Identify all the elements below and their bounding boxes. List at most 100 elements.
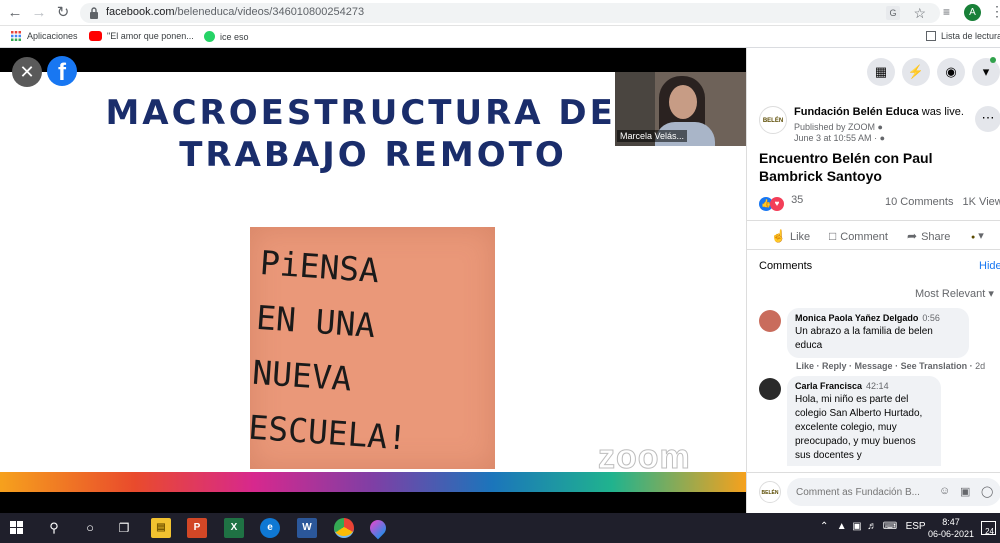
comment-like-link[interactable]: Like: [796, 361, 814, 371]
profile-avatar[interactable]: A: [964, 4, 981, 21]
comment-author-name[interactable]: Carla Francisca: [795, 381, 862, 391]
address-bar[interactable]: facebook.com/beleneduca/videos/346010800…: [80, 3, 940, 23]
messenger-icon[interactable]: ⚡: [902, 58, 930, 86]
comment-timestamp[interactable]: 0:56: [922, 313, 940, 323]
page-name-link[interactable]: Fundación Belén Educa: [794, 106, 919, 118]
like-button[interactable]: ☝ Like: [771, 229, 810, 243]
search-icon[interactable]: ⚲: [44, 518, 64, 538]
sticky-note-text: PiENSA EN UNA NUEVA ESCUELA!: [247, 242, 409, 458]
powerpoint-icon[interactable]: P: [187, 518, 207, 538]
published-by: Published by ZOOM ●: [794, 122, 883, 132]
video-title: Encuentro Belén con Paul Bambrick Santoy…: [759, 150, 933, 184]
page-name: Fundación Belén Educa was live.: [794, 106, 964, 118]
share-button[interactable]: ➦ Share: [907, 229, 950, 243]
comment-author-name[interactable]: Monica Paola Yañez Delgado: [795, 313, 918, 323]
network-icon[interactable]: ▲: [837, 521, 847, 532]
comment-reply-link[interactable]: Reply: [822, 361, 847, 371]
browser-menu-icon[interactable]: ⋮: [990, 3, 1000, 20]
info-icon[interactable]: ●: [878, 122, 883, 132]
see-translation-link[interactable]: See Translation: [901, 361, 968, 371]
forward-arrow-icon[interactable]: →: [30, 4, 48, 22]
published-by-text: Published by ZOOM: [794, 122, 876, 132]
notifications-icon[interactable]: 24: [981, 521, 996, 536]
bookmark-label: Aplicaciones: [27, 31, 78, 41]
reading-list-label: Lista de lectura: [941, 31, 1000, 41]
chevron-up-icon[interactable]: ⌃: [820, 521, 828, 532]
thumbs-up-icon: ☝: [771, 229, 786, 243]
browser-toolbar: ← → ↻ facebook.com/beleneduca/videos/346…: [0, 0, 1000, 26]
keyboard-icon[interactable]: ⌨: [883, 521, 897, 532]
post-date: June 3 at 10:55 AM · ●: [794, 133, 885, 143]
cortana-icon[interactable]: ○: [80, 518, 100, 538]
facebook-logo-icon[interactable]: f: [47, 56, 77, 86]
hide-comments-link[interactable]: Hide: [979, 260, 1000, 272]
notifications-bell-icon[interactable]: ◉: [937, 58, 965, 86]
paint-drop-icon[interactable]: [366, 516, 390, 540]
comment-composer: BELÉN ☺ ▣ ◯: [747, 472, 1000, 513]
file-explorer-icon[interactable]: ▤: [151, 518, 171, 538]
commenter-avatar[interactable]: [759, 310, 781, 332]
comment-text: Hola, mi niño es parte del colegio San A…: [795, 394, 923, 461]
reading-queue-icon[interactable]: ≡: [943, 5, 950, 19]
language-indicator[interactable]: ESP: [906, 521, 926, 532]
participant-video: Marcela Velás...: [615, 72, 746, 146]
reaction-count: 35: [791, 194, 804, 206]
task-view-icon[interactable]: ❐: [114, 518, 134, 538]
reload-icon[interactable]: ↻: [54, 4, 72, 22]
reading-list-icon: [926, 31, 936, 41]
back-arrow-icon[interactable]: ←: [6, 4, 24, 22]
zoom-watermark: zoom: [598, 438, 691, 477]
camera-icon[interactable]: ▣: [960, 485, 970, 498]
comment-timestamp[interactable]: 42:14: [866, 381, 889, 391]
chrome-icon[interactable]: [334, 518, 354, 538]
whatsapp-icon: [204, 31, 215, 42]
composer-avatar: BELÉN: [759, 481, 781, 503]
display-icon[interactable]: ▣: [852, 521, 861, 532]
account-chevron-down-icon[interactable]: ▾: [972, 58, 1000, 86]
url-host: facebook.com: [106, 6, 175, 18]
share-icon: ➦: [907, 229, 918, 243]
translate-icon[interactable]: G: [886, 6, 900, 20]
url-text: facebook.com/beleneduca/videos/346010800…: [106, 6, 364, 18]
comment-age: 2d: [975, 361, 986, 371]
url-path: /beleneduca/videos/346010800254273: [174, 6, 365, 18]
like-label: Like: [789, 231, 811, 243]
comment-author: Carla Francisca 42:14: [795, 381, 933, 391]
word-icon[interactable]: W: [297, 518, 317, 538]
volume-icon[interactable]: ♬: [867, 521, 877, 532]
sticker-icon[interactable]: ◯: [981, 485, 993, 498]
comment-author: Monica Paola Yañez Delgado 0:56: [795, 313, 961, 323]
commenter-avatar[interactable]: [759, 378, 781, 400]
bookmark-whatsapp[interactable]: ice eso: [204, 31, 249, 42]
emoji-icon[interactable]: ☺: [939, 485, 950, 497]
reactions-summary[interactable]: 👍 ♥ 35: [759, 194, 803, 211]
bookmark-label: ice eso: [220, 32, 249, 42]
comment-sort[interactable]: Most Relevant ▾: [915, 287, 994, 300]
comments-count[interactable]: 10 Comments: [885, 196, 953, 208]
comment-bubble: Carla Francisca 42:14 Hola, mi niño es pa…: [787, 376, 941, 466]
post-date-text[interactable]: June 3 at 10:55 AM: [794, 133, 872, 143]
bookmark-label: "El amor que ponen...: [107, 31, 194, 41]
reading-list[interactable]: Lista de lectura: [926, 31, 1000, 41]
windows-start-icon[interactable]: [10, 521, 23, 534]
globe-icon: ●: [879, 133, 885, 143]
clock-time: 8:47: [942, 517, 960, 527]
lock-icon: [90, 7, 98, 19]
menu-grid-icon[interactable]: ▦: [867, 58, 895, 86]
close-icon[interactable]: ✕: [12, 57, 42, 87]
bookmark-youtube[interactable]: "El amor que ponen...: [89, 31, 194, 41]
more-options-icon[interactable]: ⋯: [975, 106, 1000, 132]
bookmark-apps[interactable]: Aplicaciones: [10, 31, 78, 41]
live-suffix: was live.: [921, 106, 964, 118]
share-label: Share: [921, 231, 951, 243]
comment-message-link[interactable]: Message: [855, 361, 893, 371]
audience-selector[interactable]: ● ▾: [971, 229, 984, 242]
edge-icon[interactable]: e: [260, 518, 280, 538]
bookmark-star-icon[interactable]: ☆: [913, 5, 926, 22]
comment-sort-label: Most Relevant: [915, 288, 986, 300]
excel-icon[interactable]: X: [224, 518, 244, 538]
clock[interactable]: 8:47 06-06-2021: [928, 516, 974, 540]
comment-actions: Like · Reply · Message · See Translation…: [796, 361, 986, 371]
page-avatar[interactable]: BELÉN: [759, 106, 787, 134]
comment-button[interactable]: □ Comment: [829, 229, 888, 243]
